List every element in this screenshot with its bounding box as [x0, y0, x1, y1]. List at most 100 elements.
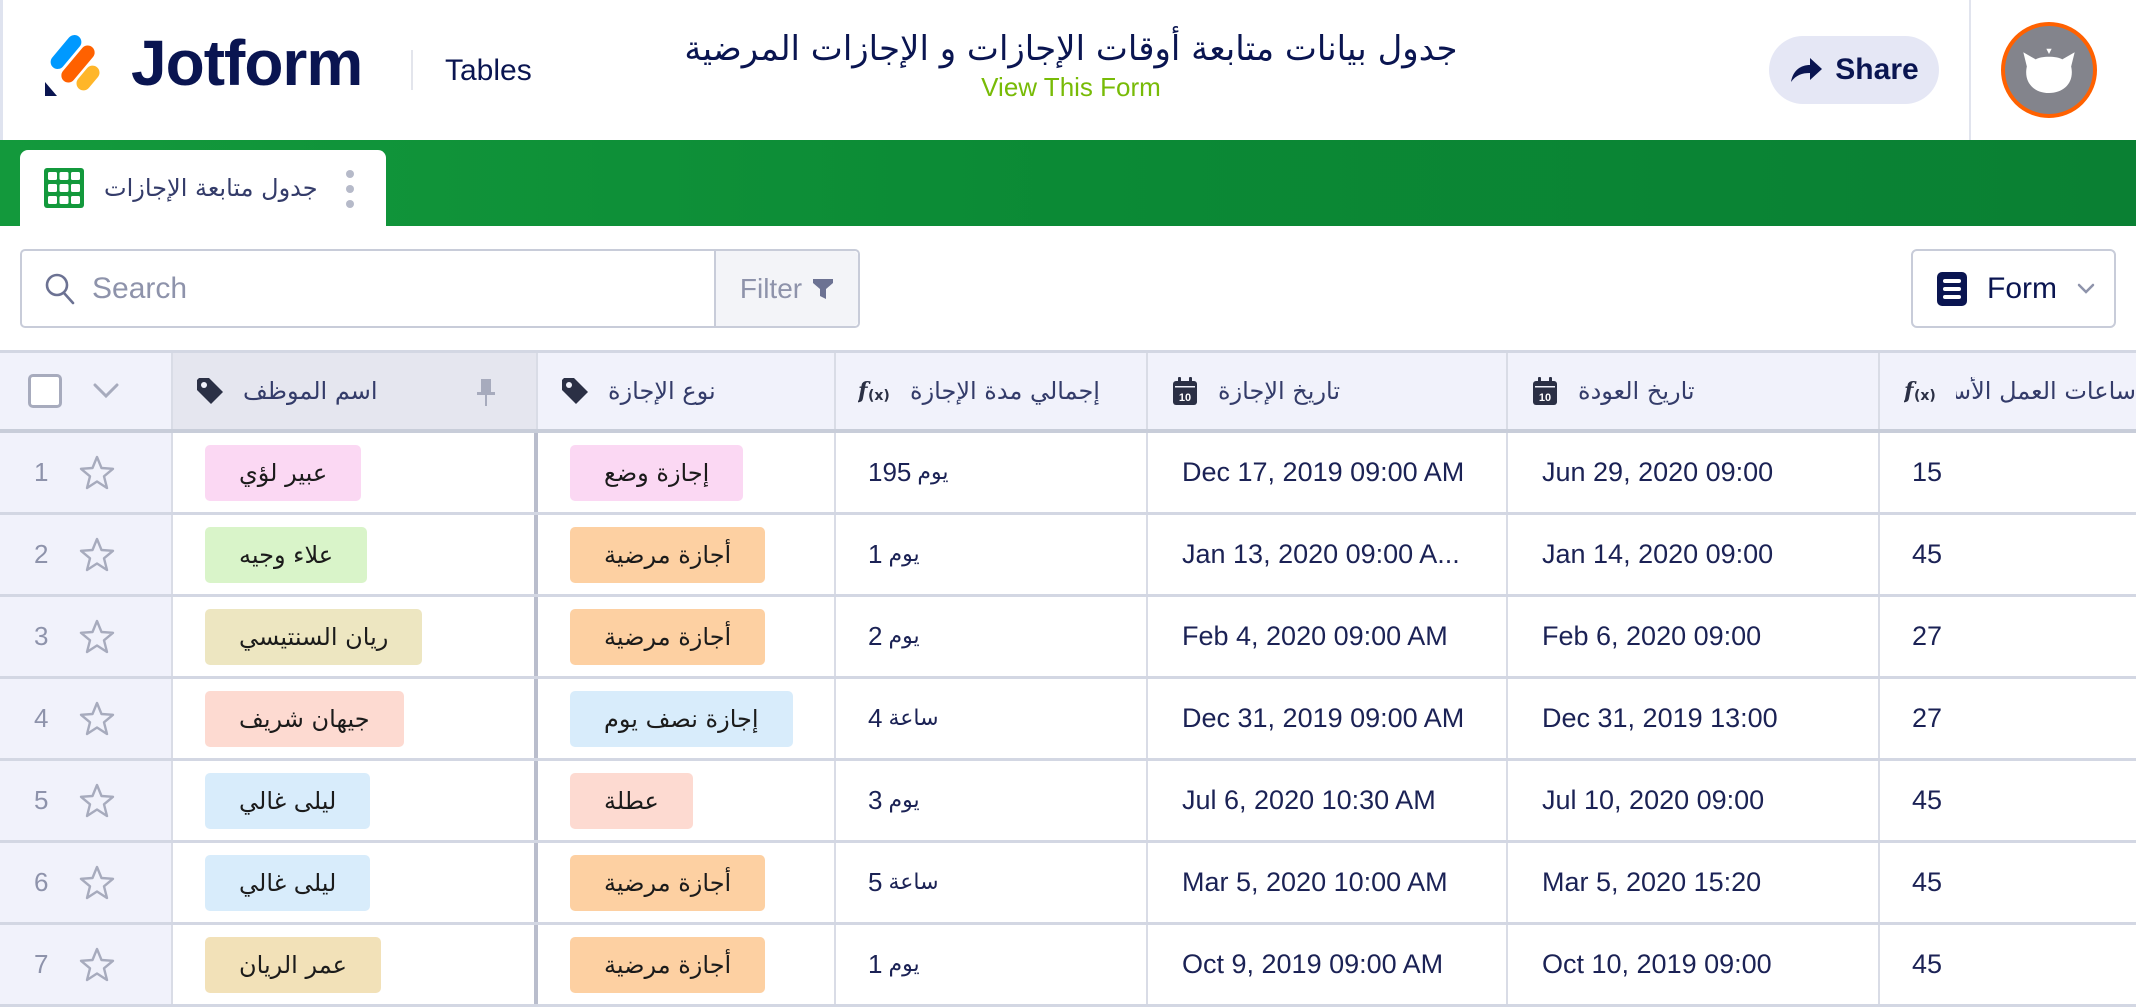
filter-funnel-icon: [813, 278, 834, 299]
leave-type-cell[interactable]: أجازة مرضية: [538, 925, 836, 1004]
leave-date-cell[interactable]: Jan 13, 2020 09:00 A...: [1148, 515, 1508, 594]
brand-name[interactable]: Jotform: [131, 26, 363, 100]
select-all-checkbox[interactable]: [28, 374, 62, 408]
search-input[interactable]: [92, 271, 652, 306]
table-row[interactable]: 6 ليلى غالي أجازة مرضية 5 ساعة Mar 5, 20…: [0, 843, 2136, 925]
weekly-hours-cell[interactable]: 45: [1880, 515, 2136, 594]
employee-cell[interactable]: عبير لؤي: [173, 433, 538, 512]
employee-cell[interactable]: ليلى غالي: [173, 761, 538, 840]
employee-chip: عبير لؤي: [205, 444, 362, 501]
star-icon[interactable]: [78, 700, 116, 738]
leave-type-cell[interactable]: إجازة وضع: [538, 433, 836, 512]
star-icon[interactable]: [78, 946, 116, 984]
duration-cell[interactable]: 3 يوم: [836, 761, 1148, 840]
leave-date-cell[interactable]: Dec 17, 2019 09:00 AM: [1148, 433, 1508, 512]
return-date-cell[interactable]: Oct 10, 2019 09:00: [1508, 925, 1880, 1004]
column-header-leave-type[interactable]: نوع الإجازة: [538, 353, 836, 429]
employee-cell[interactable]: علاء وجيه: [173, 515, 538, 594]
leave-type-cell[interactable]: إجازة نصف يوم: [538, 679, 836, 758]
duration-cell[interactable]: 5 ساعة: [836, 843, 1148, 922]
leave-date-cell[interactable]: Mar 5, 2020 10:00 AM: [1148, 843, 1508, 922]
leave-date-cell[interactable]: Dec 31, 2019 09:00 AM: [1148, 679, 1508, 758]
duration-value: 2: [868, 621, 883, 651]
table-row[interactable]: 1 عبير لؤي إجازة وضع 195 يوم Dec 17, 201…: [0, 433, 2136, 515]
weekly-hours-cell[interactable]: 45: [1880, 843, 2136, 922]
calendar-icon: 10: [1173, 377, 1197, 405]
grid-table-icon: [44, 168, 84, 208]
leave-type-cell[interactable]: عطلة: [538, 761, 836, 840]
view-form-link[interactable]: View This Form: [563, 72, 1579, 102]
app-header: Jotform Tables جدول بيانات متابعة أوقات …: [0, 0, 2136, 140]
table-row[interactable]: 5 ليلى غالي عطلة 3 يوم Jul 6, 2020 10:30…: [0, 761, 2136, 843]
duration-cell[interactable]: 4 ساعة: [836, 679, 1148, 758]
view-selector-form[interactable]: Form: [1911, 249, 2116, 328]
jotform-logo-icon[interactable]: [43, 34, 103, 96]
duration-unit: ساعة: [888, 870, 939, 895]
leave-date: Mar 5, 2020 10:00 AM: [1182, 867, 1448, 897]
leave-date: Feb 4, 2020 09:00 AM: [1182, 621, 1448, 651]
tab-more-menu-icon[interactable]: [346, 170, 354, 208]
star-icon[interactable]: [78, 536, 116, 574]
svg-text:(x): (x): [868, 388, 890, 404]
tab-leave-tracking[interactable]: جدول متابعة الإجازات: [20, 150, 386, 226]
return-date-cell[interactable]: Feb 6, 2020 09:00: [1508, 597, 1880, 676]
employee-cell[interactable]: ريان السنتيسي: [173, 597, 538, 676]
duration-cell[interactable]: 2 يوم: [836, 597, 1148, 676]
column-label: ساعات العمل الأسبوعية: [1956, 377, 2136, 405]
return-date: Feb 6, 2020 09:00: [1542, 621, 1762, 651]
weekly-hours: 45: [1912, 949, 1943, 979]
return-date-cell[interactable]: Jun 29, 2020 09:00: [1508, 433, 1880, 512]
employee-chip: ليلى غالي: [205, 854, 371, 911]
weekly-hours-cell[interactable]: 27: [1880, 597, 2136, 676]
user-avatar[interactable]: [2001, 22, 2097, 118]
duration-cell[interactable]: 195 يوم: [836, 433, 1148, 512]
share-button[interactable]: Share: [1769, 36, 1939, 104]
column-header-total-duration[interactable]: f (x) إجمالي مدة الإجازة: [836, 353, 1148, 429]
column-header-employee[interactable]: اسم الموظف: [173, 353, 538, 429]
chevron-down-icon[interactable]: [92, 383, 120, 399]
table-row[interactable]: 7 عمر الريان أجازة مرضية 1 يوم Oct 9, 20…: [0, 925, 2136, 1007]
weekly-hours: 45: [1912, 867, 1943, 897]
weekly-hours-cell[interactable]: 45: [1880, 761, 2136, 840]
column-label: نوع الإجازة: [608, 377, 716, 405]
employee-cell[interactable]: عمر الريان: [173, 925, 538, 1004]
star-icon[interactable]: [78, 782, 116, 820]
star-icon[interactable]: [78, 454, 116, 492]
employee-cell[interactable]: ليلى غالي: [173, 843, 538, 922]
return-date-cell[interactable]: Jul 10, 2020 09:00: [1508, 761, 1880, 840]
leave-date: Jan 13, 2020 09:00 A...: [1182, 539, 1460, 569]
leave-type-cell[interactable]: أجازة مرضية: [538, 843, 836, 922]
return-date-cell[interactable]: Dec 31, 2019 13:00: [1508, 679, 1880, 758]
column-header-weekly-hours[interactable]: f (x) ساعات العمل الأسبوعية: [1880, 353, 2136, 429]
duration-cell[interactable]: 1 يوم: [836, 515, 1148, 594]
leave-date-cell[interactable]: Feb 4, 2020 09:00 AM: [1148, 597, 1508, 676]
leave-date-cell[interactable]: Jul 6, 2020 10:30 AM: [1148, 761, 1508, 840]
employee-cell[interactable]: جيهان شريف: [173, 679, 538, 758]
leave-type-cell[interactable]: أجازة مرضية: [538, 515, 836, 594]
return-date-cell[interactable]: Mar 5, 2020 15:20: [1508, 843, 1880, 922]
leave-type-cell[interactable]: أجازة مرضية: [538, 597, 836, 676]
table-row[interactable]: 3 ريان السنتيسي أجازة مرضية 2 يوم Feb 4,…: [0, 597, 2136, 679]
column-label: إجمالي مدة الإجازة: [910, 377, 1100, 405]
star-icon[interactable]: [78, 618, 116, 656]
table-row[interactable]: 4 جيهان شريف إجازة نصف يوم 4 ساعة Dec 31…: [0, 679, 2136, 761]
star-icon[interactable]: [78, 864, 116, 902]
weekly-hours: 27: [1912, 621, 1943, 651]
column-header-return-date[interactable]: 10 تاريخ العودة: [1508, 353, 1880, 429]
weekly-hours-cell[interactable]: 27: [1880, 679, 2136, 758]
leave-type-chip: أجازة مرضية: [570, 854, 766, 911]
duration-cell[interactable]: 1 يوم: [836, 925, 1148, 1004]
row-number-cell: 4: [0, 679, 173, 758]
row-number: 1: [34, 457, 49, 487]
weekly-hours-cell[interactable]: 15: [1880, 433, 2136, 512]
duration-value: 195: [868, 457, 912, 487]
pin-icon[interactable]: [476, 379, 496, 407]
table-row[interactable]: 2 علاء وجيه أجازة مرضية 1 يوم Jan 13, 20…: [0, 515, 2136, 597]
filter-button[interactable]: Filter: [714, 251, 858, 326]
weekly-hours-cell[interactable]: 45: [1880, 925, 2136, 1004]
employee-chip: علاء وجيه: [205, 526, 368, 583]
return-date-cell[interactable]: Jan 14, 2020 09:00: [1508, 515, 1880, 594]
leave-date-cell[interactable]: Oct 9, 2019 09:00 AM: [1148, 925, 1508, 1004]
search-icon: [45, 273, 75, 304]
column-header-leave-date[interactable]: 10 تاريخ الإجازة: [1148, 353, 1508, 429]
